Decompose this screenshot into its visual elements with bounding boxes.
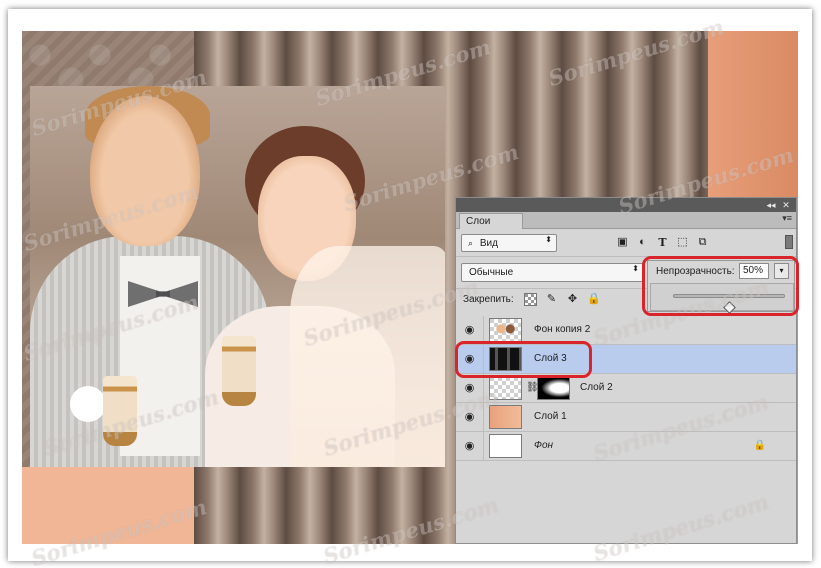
background-lock-icon: 🔒 <box>753 440 766 451</box>
opacity-slider-popup <box>650 283 794 314</box>
champagne-glass-left <box>103 376 137 446</box>
type-filter-icon[interactable]: T <box>656 236 669 249</box>
groom-face <box>90 96 200 246</box>
spin-arrows-icon: ⬍ <box>545 235 552 244</box>
layer-thumbnail <box>489 347 522 371</box>
layer-thumbnail <box>489 405 522 429</box>
layers-list: ◉ Фон копия 2 ◉ Слой 3 ◉ ⛓ Слой 2 ◉ Слой… <box>456 316 796 464</box>
boutonniere-flower <box>70 386 106 422</box>
layer-thumbnail <box>489 434 522 458</box>
wedding-photo <box>30 86 445 467</box>
collapse-icon[interactable]: ◂◂ <box>764 198 778 212</box>
image-filter-icon[interactable]: ▣ <box>616 236 629 249</box>
filter-kind-select[interactable]: ⌕ Вид ⬍ <box>461 234 557 252</box>
opacity-control: Непрозрачность: 50% ▾ <box>647 260 795 314</box>
filter-kind-value: Вид <box>479 238 498 249</box>
layer-name[interactable]: Фон копия 2 <box>534 324 590 335</box>
layer-name[interactable]: Слой 2 <box>580 382 613 393</box>
blend-mode-select[interactable]: Обычные ⬍ <box>461 263 644 282</box>
lock-label: Закрепить: <box>463 294 514 305</box>
shape-filter-icon[interactable]: ⬚ <box>676 236 689 249</box>
layer-thumbnail <box>489 318 522 342</box>
lock-all-icon[interactable]: 🔒 <box>587 293 601 306</box>
visibility-eye-icon[interactable]: ◉ <box>456 374 484 402</box>
layer-name[interactable]: Слой 1 <box>534 411 567 422</box>
panel-title-bar[interactable]: ◂◂ ✕ <box>456 198 796 212</box>
layer-name[interactable]: Фон <box>534 440 553 451</box>
opacity-input[interactable]: 50% <box>739 263 769 279</box>
layer-filter-row: ⌕ Вид ⬍ ▣ ◐ T ⬚ ⧉ <box>456 230 796 256</box>
visibility-eye-icon[interactable]: ◉ <box>456 403 484 431</box>
layer-row[interactable]: ◉ Слой 1 <box>456 403 796 432</box>
filter-toggle-switch[interactable] <box>785 235 793 249</box>
layers-panel: ◂◂ ✕ Слои ▾≡ ⌕ Вид ⬍ ▣ ◐ T ⬚ ⧉ Обычные ⬍… <box>455 197 797 544</box>
layer-thumbnail <box>489 376 522 400</box>
search-icon: ⌕ <box>468 238 474 248</box>
panel-menu-icon[interactable]: ▾≡ <box>782 213 792 224</box>
champagne-glass-right <box>222 336 256 406</box>
layer-row[interactable]: ◉ Фон копия 2 <box>456 316 796 345</box>
lock-move-icon[interactable]: ✥ <box>566 293 579 306</box>
adjustment-filter-icon[interactable]: ◐ <box>636 236 649 249</box>
layer-mask-thumbnail[interactable] <box>537 376 570 400</box>
peach-color-block <box>22 467 194 544</box>
layer-row-selected[interactable]: ◉ Слой 3 <box>456 345 796 374</box>
bride-veil <box>290 246 445 467</box>
close-icon[interactable]: ✕ <box>779 198 793 212</box>
layer-row[interactable]: ◉ Фон 🔒 <box>456 432 796 461</box>
opacity-slider-thumb[interactable] <box>723 301 736 314</box>
smart-object-filter-icon[interactable]: ⧉ <box>696 236 709 249</box>
panel-tab-row: Слои ▾≡ <box>456 212 796 229</box>
blend-mode-value: Обычные <box>469 267 514 278</box>
visibility-eye-icon[interactable]: ◉ <box>456 345 484 373</box>
opacity-slider[interactable] <box>673 294 785 314</box>
visibility-eye-icon[interactable]: ◉ <box>456 432 484 460</box>
opacity-dropdown-button[interactable]: ▾ <box>774 263 789 279</box>
layer-row[interactable]: ◉ ⛓ Слой 2 <box>456 374 796 403</box>
layer-name[interactable]: Слой 3 <box>534 353 567 364</box>
visibility-eye-icon[interactable]: ◉ <box>456 316 484 344</box>
tab-layers[interactable]: Слои <box>459 213 523 229</box>
spin-arrows-icon: ⬍ <box>632 264 639 273</box>
lock-transparency-icon[interactable] <box>524 293 537 306</box>
lock-paint-icon[interactable]: ✎ <box>545 293 558 306</box>
opacity-label: Непрозрачность: <box>656 266 735 277</box>
